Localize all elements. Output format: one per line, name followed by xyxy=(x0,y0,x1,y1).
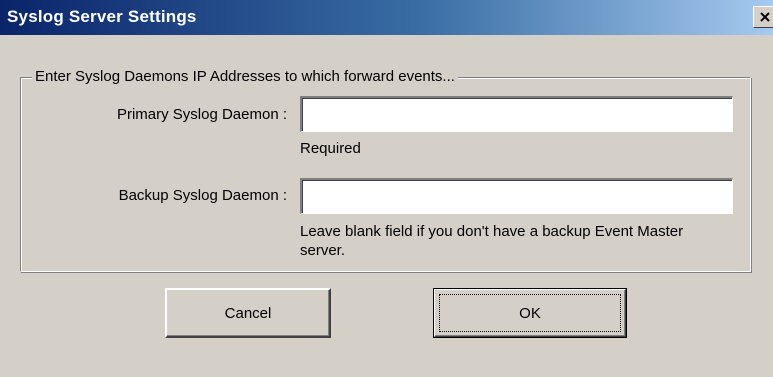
backup-daemon-hint: Leave blank field if you don't have a ba… xyxy=(300,223,684,259)
cancel-button-label: Cancel xyxy=(224,304,272,322)
syslog-settings-dialog: Syslog Server Settings Enter Syslog Daem… xyxy=(0,0,773,377)
close-button[interactable] xyxy=(753,6,773,28)
ok-button[interactable]: OK xyxy=(433,288,627,338)
backup-daemon-label: Backup Syslog Daemon : xyxy=(118,187,287,204)
primary-daemon-input[interactable] xyxy=(300,96,733,132)
close-icon xyxy=(760,12,770,22)
primary-daemon-hint: Required xyxy=(300,140,361,157)
primary-daemon-label: Primary Syslog Daemon : xyxy=(116,106,287,123)
ok-button-label: OK xyxy=(519,304,541,322)
title-bar[interactable]: Syslog Server Settings xyxy=(0,0,773,35)
backup-daemon-input[interactable] xyxy=(300,178,733,214)
window-title: Syslog Server Settings xyxy=(7,7,197,26)
cancel-button[interactable]: Cancel xyxy=(165,288,331,338)
group-legend: Enter Syslog Daemons IP Addresses to whi… xyxy=(32,67,458,87)
